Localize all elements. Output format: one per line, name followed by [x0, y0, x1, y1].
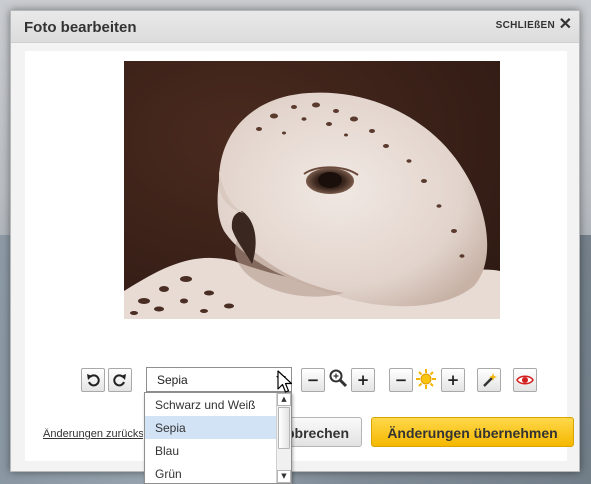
edit-photo-dialog: Foto bearbeiten SCHLIEßEN ✕ Sepia − + − …	[10, 10, 580, 484]
rotate-left-icon	[87, 374, 100, 387]
filter-option-green[interactable]: Grün	[145, 462, 276, 484]
red-eye-button[interactable]	[513, 368, 537, 392]
rotate-left-button[interactable]	[81, 368, 105, 392]
dialog-header: Foto bearbeiten SCHLIEßEN ✕	[11, 11, 579, 43]
dialog-title: Foto bearbeiten	[24, 19, 137, 36]
eye-icon	[516, 375, 534, 385]
dropdown-scrollbar[interactable]: ▲ ▼	[276, 393, 291, 483]
owl-photo	[124, 61, 500, 319]
filter-option-blue[interactable]: Blau	[145, 439, 276, 462]
close-button-label[interactable]: SCHLIEßEN	[496, 20, 555, 31]
close-icon[interactable]: ✕	[559, 16, 572, 34]
zoom-out-button[interactable]: −	[301, 368, 325, 392]
reset-changes-link[interactable]: Änderungen zurücksetzen	[43, 428, 143, 440]
magic-wand-icon	[483, 373, 497, 387]
scrollbar-thumb[interactable]	[278, 407, 290, 449]
brightness-down-button[interactable]: −	[389, 368, 413, 392]
brightness-up-button[interactable]: +	[441, 368, 465, 392]
filter-option-sepia[interactable]: Sepia	[145, 416, 276, 439]
apply-changes-button[interactable]: Änderungen übernehmen	[371, 417, 574, 447]
rotate-right-icon	[113, 374, 126, 387]
zoom-icon	[328, 368, 348, 392]
filter-options-list: Schwarz und Weiß Sepia Blau Grün ▲ ▼	[144, 392, 292, 484]
filter-option-black-white[interactable]: Schwarz und Weiß	[145, 393, 276, 416]
auto-fix-button[interactable]	[477, 368, 501, 392]
mouse-cursor-icon	[277, 370, 293, 393]
zoom-in-button[interactable]: +	[351, 368, 375, 392]
rotate-right-button[interactable]	[108, 368, 132, 392]
scroll-down-arrow-icon[interactable]: ▼	[277, 470, 291, 483]
filter-select-value: Sepia	[157, 373, 188, 387]
scroll-up-arrow-icon[interactable]: ▲	[277, 393, 291, 406]
filter-select[interactable]: Sepia	[146, 367, 292, 392]
photo-preview	[124, 61, 500, 319]
sun-icon	[415, 368, 437, 394]
dialog-content: Sepia − + − + Schwarz und Weiß Sepia Bla…	[25, 51, 574, 484]
